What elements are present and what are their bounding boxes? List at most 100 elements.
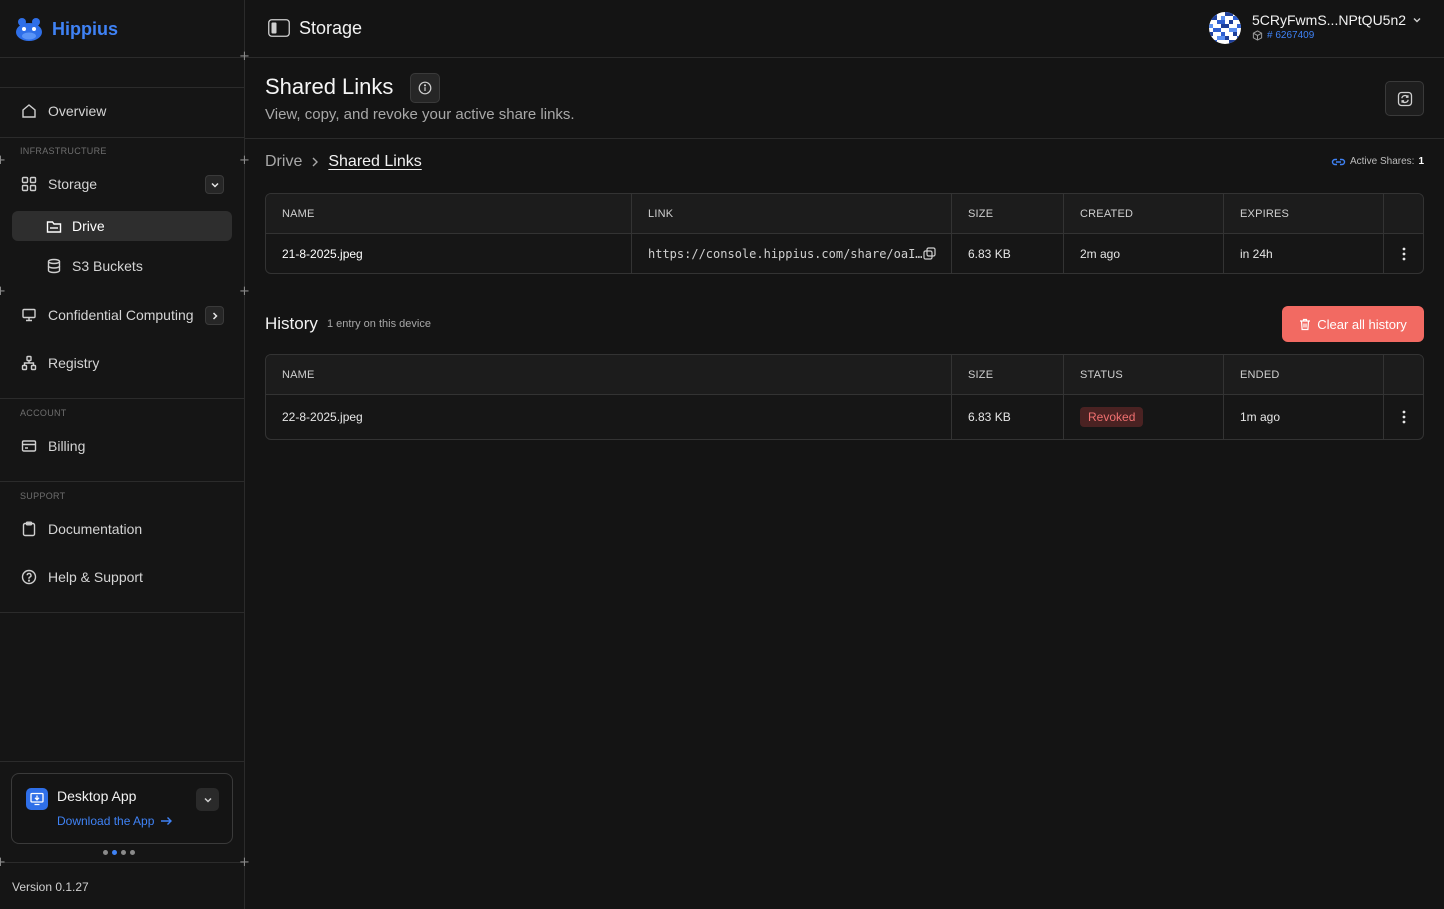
divider <box>0 137 244 138</box>
shared-links-table: NAME LINK SIZE CREATED EXPIRES 21-8-2025… <box>265 193 1424 274</box>
plus-marker-icon: + <box>239 855 250 870</box>
divider <box>0 398 244 399</box>
sidebar-item-label: Drive <box>72 218 105 234</box>
sidebar-toggle-icon[interactable] <box>268 19 290 37</box>
divider <box>0 862 244 863</box>
sidebar-item-label: Overview <box>48 103 107 119</box>
breadcrumb-shared-links[interactable]: Shared Links <box>328 153 421 171</box>
sidebar-item-overview[interactable]: Overview <box>12 96 232 126</box>
column-header-name[interactable]: NAME <box>266 355 952 394</box>
table-row[interactable]: 22-8-2025.jpeg 6.83 KB Revoked 1m ago <box>266 395 1423 439</box>
sidebar-item-registry[interactable]: Registry <box>12 348 232 378</box>
created-time: 2m ago <box>1064 234 1224 273</box>
column-header-created[interactable]: CREATED <box>1064 194 1224 233</box>
divider <box>0 87 244 88</box>
sidebar-item-label: Documentation <box>48 521 143 537</box>
active-shares-count: 1 <box>1418 156 1424 167</box>
file-size: 6.83 KB <box>952 234 1064 273</box>
breadcrumb: Drive Shared Links <box>265 153 422 171</box>
history-title: History <box>265 314 318 333</box>
sidebar-item-billing[interactable]: Billing <box>12 431 232 461</box>
avatar[interactable] <box>1209 12 1241 44</box>
arrow-right-icon <box>160 816 173 826</box>
table-header: NAME LINK SIZE CREATED EXPIRES <box>266 194 1423 234</box>
question-circle-icon <box>20 568 38 586</box>
plus-marker-icon: + <box>0 284 6 299</box>
column-header-status[interactable]: STATUS <box>1064 355 1224 394</box>
sidebar-item-drive[interactable]: Drive <box>12 211 232 241</box>
refresh-button[interactable] <box>1385 81 1424 116</box>
account-switcher[interactable]: 5CRyFwmS...NPtQU5n2 <box>1252 12 1422 28</box>
divider <box>245 138 1444 139</box>
folder-icon <box>45 217 63 235</box>
sidebar-item-storage[interactable]: Storage <box>12 169 232 199</box>
info-button[interactable] <box>410 73 440 103</box>
copy-icon[interactable] <box>922 247 936 260</box>
row-menu-button[interactable] <box>1384 234 1423 273</box>
column-header-size[interactable]: SIZE <box>952 194 1064 233</box>
sidebar-item-documentation[interactable]: Documentation <box>12 514 232 544</box>
expires-time: in 24h <box>1224 234 1384 273</box>
top-bar: Storage 5CRyFwmS...NPtQU5n2 # 6267409 <box>245 0 1444 58</box>
section-label-account: ACCOUNT <box>20 408 67 418</box>
chevron-right-icon <box>310 156 320 168</box>
chevron-down-icon <box>1412 15 1422 25</box>
info-icon <box>418 81 432 95</box>
sidebar-item-help-support[interactable]: Help & Support <box>12 562 232 592</box>
chevron-down-icon[interactable] <box>196 788 219 811</box>
desktop-app-card: Desktop App Download the App <box>11 773 233 844</box>
column-header-ended[interactable]: ENDED <box>1224 355 1384 394</box>
more-vertical-icon <box>1402 410 1406 424</box>
sidebar-item-confidential-computing[interactable]: Confidential Computing <box>12 300 232 330</box>
active-shares-label: Active Shares: <box>1349 156 1415 167</box>
carousel-dots[interactable] <box>103 850 135 855</box>
chevron-down-icon[interactable] <box>205 175 224 194</box>
network-icon <box>20 354 38 372</box>
sidebar-item-label: Help & Support <box>48 569 143 585</box>
column-header-name[interactable]: NAME <box>266 194 632 233</box>
download-app-label: Download the App <box>57 814 155 828</box>
grid-icon <box>20 175 38 193</box>
plus-marker-icon: + <box>239 284 250 299</box>
clear-history-label: Clear all history <box>1317 316 1407 332</box>
plus-marker-icon: + <box>0 153 6 168</box>
column-header-expires[interactable]: EXPIRES <box>1224 194 1384 233</box>
history-subtitle: 1 entry on this device <box>327 318 431 330</box>
divider <box>0 612 244 613</box>
column-header-size[interactable]: SIZE <box>952 355 1064 394</box>
share-link-url[interactable]: https://console.hippius.com/share/oaI… <box>648 247 923 261</box>
account-name: 5CRyFwmS...NPtQU5n2 <box>1252 12 1407 28</box>
app-version: Version 0.1.27 <box>12 880 89 894</box>
desktop-download-icon <box>26 788 48 810</box>
brand-logo[interactable]: Hippius <box>14 14 118 44</box>
cube-icon <box>1252 30 1263 41</box>
divider <box>0 481 244 482</box>
account-id-value: # 6267409 <box>1267 30 1315 41</box>
column-header-link[interactable]: LINK <box>632 194 952 233</box>
table-header: NAME SIZE STATUS ENDED <box>266 355 1423 395</box>
carousel-dot[interactable] <box>103 850 108 855</box>
page-section-title: Storage <box>299 18 363 38</box>
column-header-actions <box>1384 355 1423 394</box>
page-title: Shared Links <box>265 74 394 99</box>
sidebar-item-label: S3 Buckets <box>72 258 143 274</box>
carousel-dot[interactable] <box>121 850 126 855</box>
table-row[interactable]: 21-8-2025.jpeg https://console.hippius.c… <box>266 234 1423 273</box>
clear-history-button[interactable]: Clear all history <box>1282 306 1424 342</box>
carousel-dot-active[interactable] <box>112 850 117 855</box>
account-id: # 6267409 <box>1252 30 1314 41</box>
ended-time: 1m ago <box>1224 395 1384 439</box>
breadcrumb-drive[interactable]: Drive <box>265 153 302 171</box>
carousel-dot[interactable] <box>130 850 135 855</box>
chevron-right-icon[interactable] <box>205 306 224 325</box>
monitor-icon <box>20 306 38 324</box>
sidebar-item-label: Registry <box>48 355 100 371</box>
hippo-logo-icon <box>14 16 44 42</box>
sidebar-item-s3-buckets[interactable]: S3 Buckets <box>12 251 232 281</box>
history-table: NAME SIZE STATUS ENDED 22-8-2025.jpeg 6.… <box>265 354 1424 440</box>
download-app-link[interactable]: Download the App <box>57 814 173 828</box>
file-name: 22-8-2025.jpeg <box>266 395 952 439</box>
file-name: 21-8-2025.jpeg <box>266 234 632 273</box>
row-menu-button[interactable] <box>1384 395 1423 439</box>
home-icon <box>20 102 38 120</box>
